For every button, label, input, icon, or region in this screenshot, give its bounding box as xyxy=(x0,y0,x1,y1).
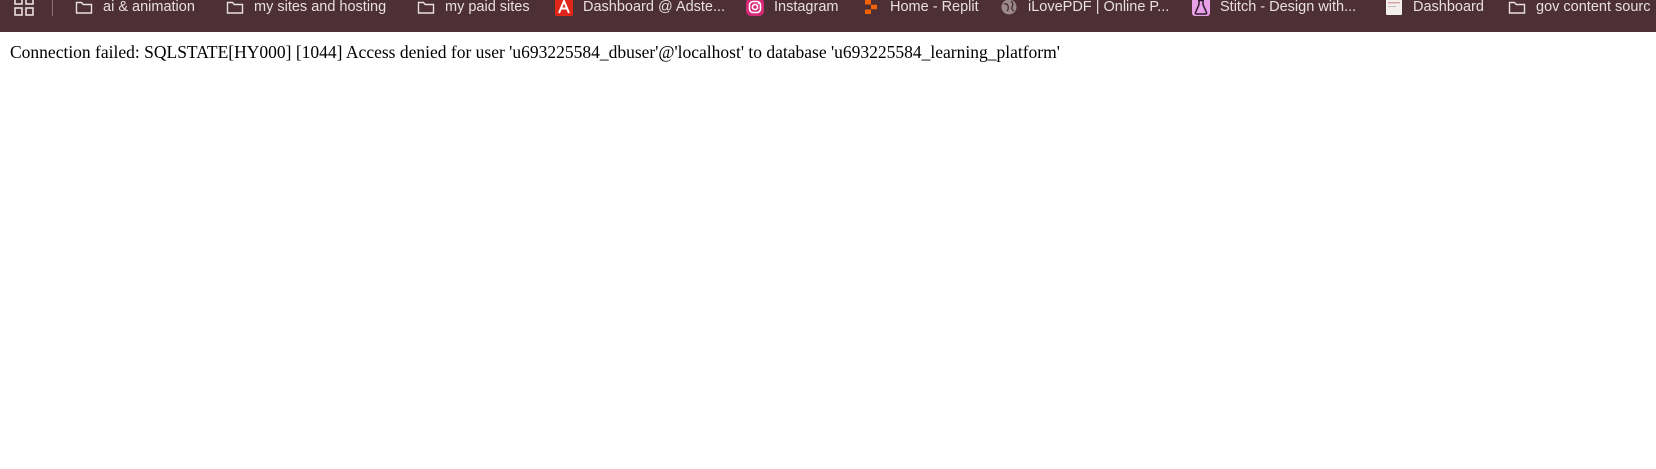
folder-icon xyxy=(226,0,244,16)
bookmark-label: Stitch - Design with... xyxy=(1220,0,1357,15)
bookmark-instagram[interactable]: Instagram xyxy=(746,0,838,18)
bookmark-label: Instagram xyxy=(774,0,839,15)
bookmark-my-sites-and-hosting[interactable]: my sites and hosting xyxy=(226,0,386,18)
bookmark-label: Home - Replit xyxy=(890,0,979,15)
bookmark-label: ai & animation xyxy=(103,0,195,15)
bookmark-label: Dashboard @ Adste... xyxy=(583,0,726,15)
globe-icon xyxy=(1000,0,1018,16)
apps-grid-icon[interactable] xyxy=(14,0,34,16)
bookmark-ai-animation[interactable]: ai & animation xyxy=(75,0,195,18)
bookmark-stitch[interactable]: Stitch - Design with... xyxy=(1192,0,1356,18)
bookmark-ilovepdf[interactable]: iLovePDF | Online P... xyxy=(1000,0,1169,18)
folder-icon xyxy=(75,0,93,16)
replit-icon xyxy=(862,0,880,16)
bookmark-label: my sites and hosting xyxy=(254,0,387,15)
bookmark-label: my paid sites xyxy=(445,0,530,15)
instagram-icon xyxy=(746,0,764,16)
bookmark-label: gov content sourc xyxy=(1536,0,1651,15)
bookmark-label: iLovePDF | Online P... xyxy=(1028,0,1170,15)
bookmark-replit[interactable]: Home - Replit xyxy=(862,0,979,18)
dashboard-page-icon xyxy=(1385,0,1403,16)
bookmark-dashboard[interactable]: Dashboard xyxy=(1385,0,1484,18)
adsterra-icon xyxy=(555,0,573,16)
error-message: Connection failed: SQLSTATE[HY000] [1044… xyxy=(10,42,1060,62)
folder-icon xyxy=(1508,0,1526,16)
bookmark-label: Dashboard xyxy=(1413,0,1484,15)
bookmarks-separator xyxy=(52,0,53,16)
bookmark-my-paid-sites[interactable]: my paid sites xyxy=(417,0,530,18)
folder-icon xyxy=(417,0,435,16)
stitch-icon xyxy=(1192,0,1210,16)
bookmark-dashboard-adsterra[interactable]: Dashboard @ Adste... xyxy=(555,0,725,18)
bookmark-gov-content-sources[interactable]: gov content sourc xyxy=(1508,0,1650,18)
bookmarks-bar: ai & animation my sites and hosting my p… xyxy=(0,0,1656,32)
